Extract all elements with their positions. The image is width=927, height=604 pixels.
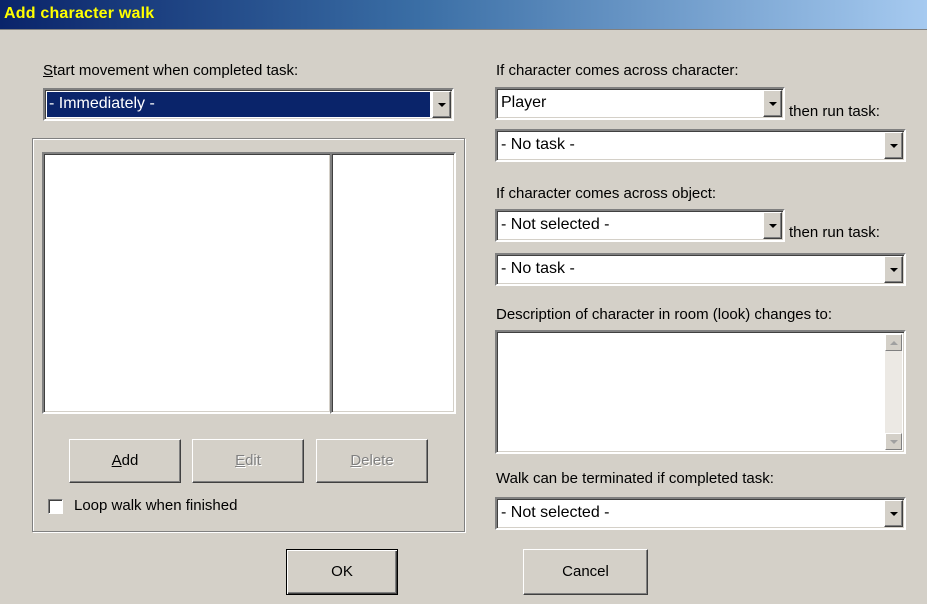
char-across-dropdown[interactable]: Player [495,87,785,120]
ok-button[interactable]: OK [286,549,398,595]
then-run-task-label-1: then run task: [789,103,880,120]
terminate-dropdown[interactable]: - Not selected - [495,497,906,530]
obj-across-dropdown[interactable]: - Not selected - [495,209,785,242]
description-textarea[interactable] [495,330,906,454]
edit-button[interactable]: Edit [192,439,304,483]
walk-steps-duration-list[interactable] [330,152,456,414]
add-button[interactable]: Add [69,439,181,483]
scroll-up-icon[interactable] [885,334,902,351]
start-movement-dropdown[interactable]: - Immediately - [43,88,454,121]
cancel-button[interactable]: Cancel [523,549,648,595]
loop-walk-label: Loop walk when finished [74,497,238,514]
terminate-label: Walk can be terminated if completed task… [496,470,774,487]
description-label: Description of character in room (look) … [496,306,832,323]
window-title: Add character walk [4,5,155,22]
start-movement-value: - Immediately - [46,91,431,118]
dropdown-arrow-icon[interactable] [432,91,451,118]
dropdown-arrow-icon[interactable] [763,212,782,239]
loop-walk-checkbox[interactable] [48,499,63,514]
dropdown-arrow-icon[interactable] [884,500,903,527]
delete-button[interactable]: Delete [316,439,428,483]
obj-task-value: - No task - [501,260,575,277]
char-task-value: - No task - [501,136,575,153]
char-across-value: Player [501,94,547,111]
scroll-down-icon[interactable] [885,433,902,450]
start-movement-label: Start movement when completed task: [43,62,299,79]
obj-across-value: - Not selected - [501,216,610,233]
description-scrollbar[interactable] [885,334,902,450]
char-across-label: If character comes across character: [496,62,739,79]
terminate-value: - Not selected - [501,504,610,521]
title-bar[interactable]: Add character walk [0,0,927,30]
obj-task-dropdown[interactable]: - No task - [495,253,906,286]
walk-steps-list[interactable] [42,152,332,414]
dropdown-arrow-icon[interactable] [884,256,903,283]
obj-across-label: If character comes across object: [496,185,717,202]
char-task-dropdown[interactable]: - No task - [495,129,906,162]
dropdown-arrow-icon[interactable] [763,90,782,117]
then-run-task-label-2: then run task: [789,224,880,241]
dropdown-arrow-icon[interactable] [884,132,903,159]
